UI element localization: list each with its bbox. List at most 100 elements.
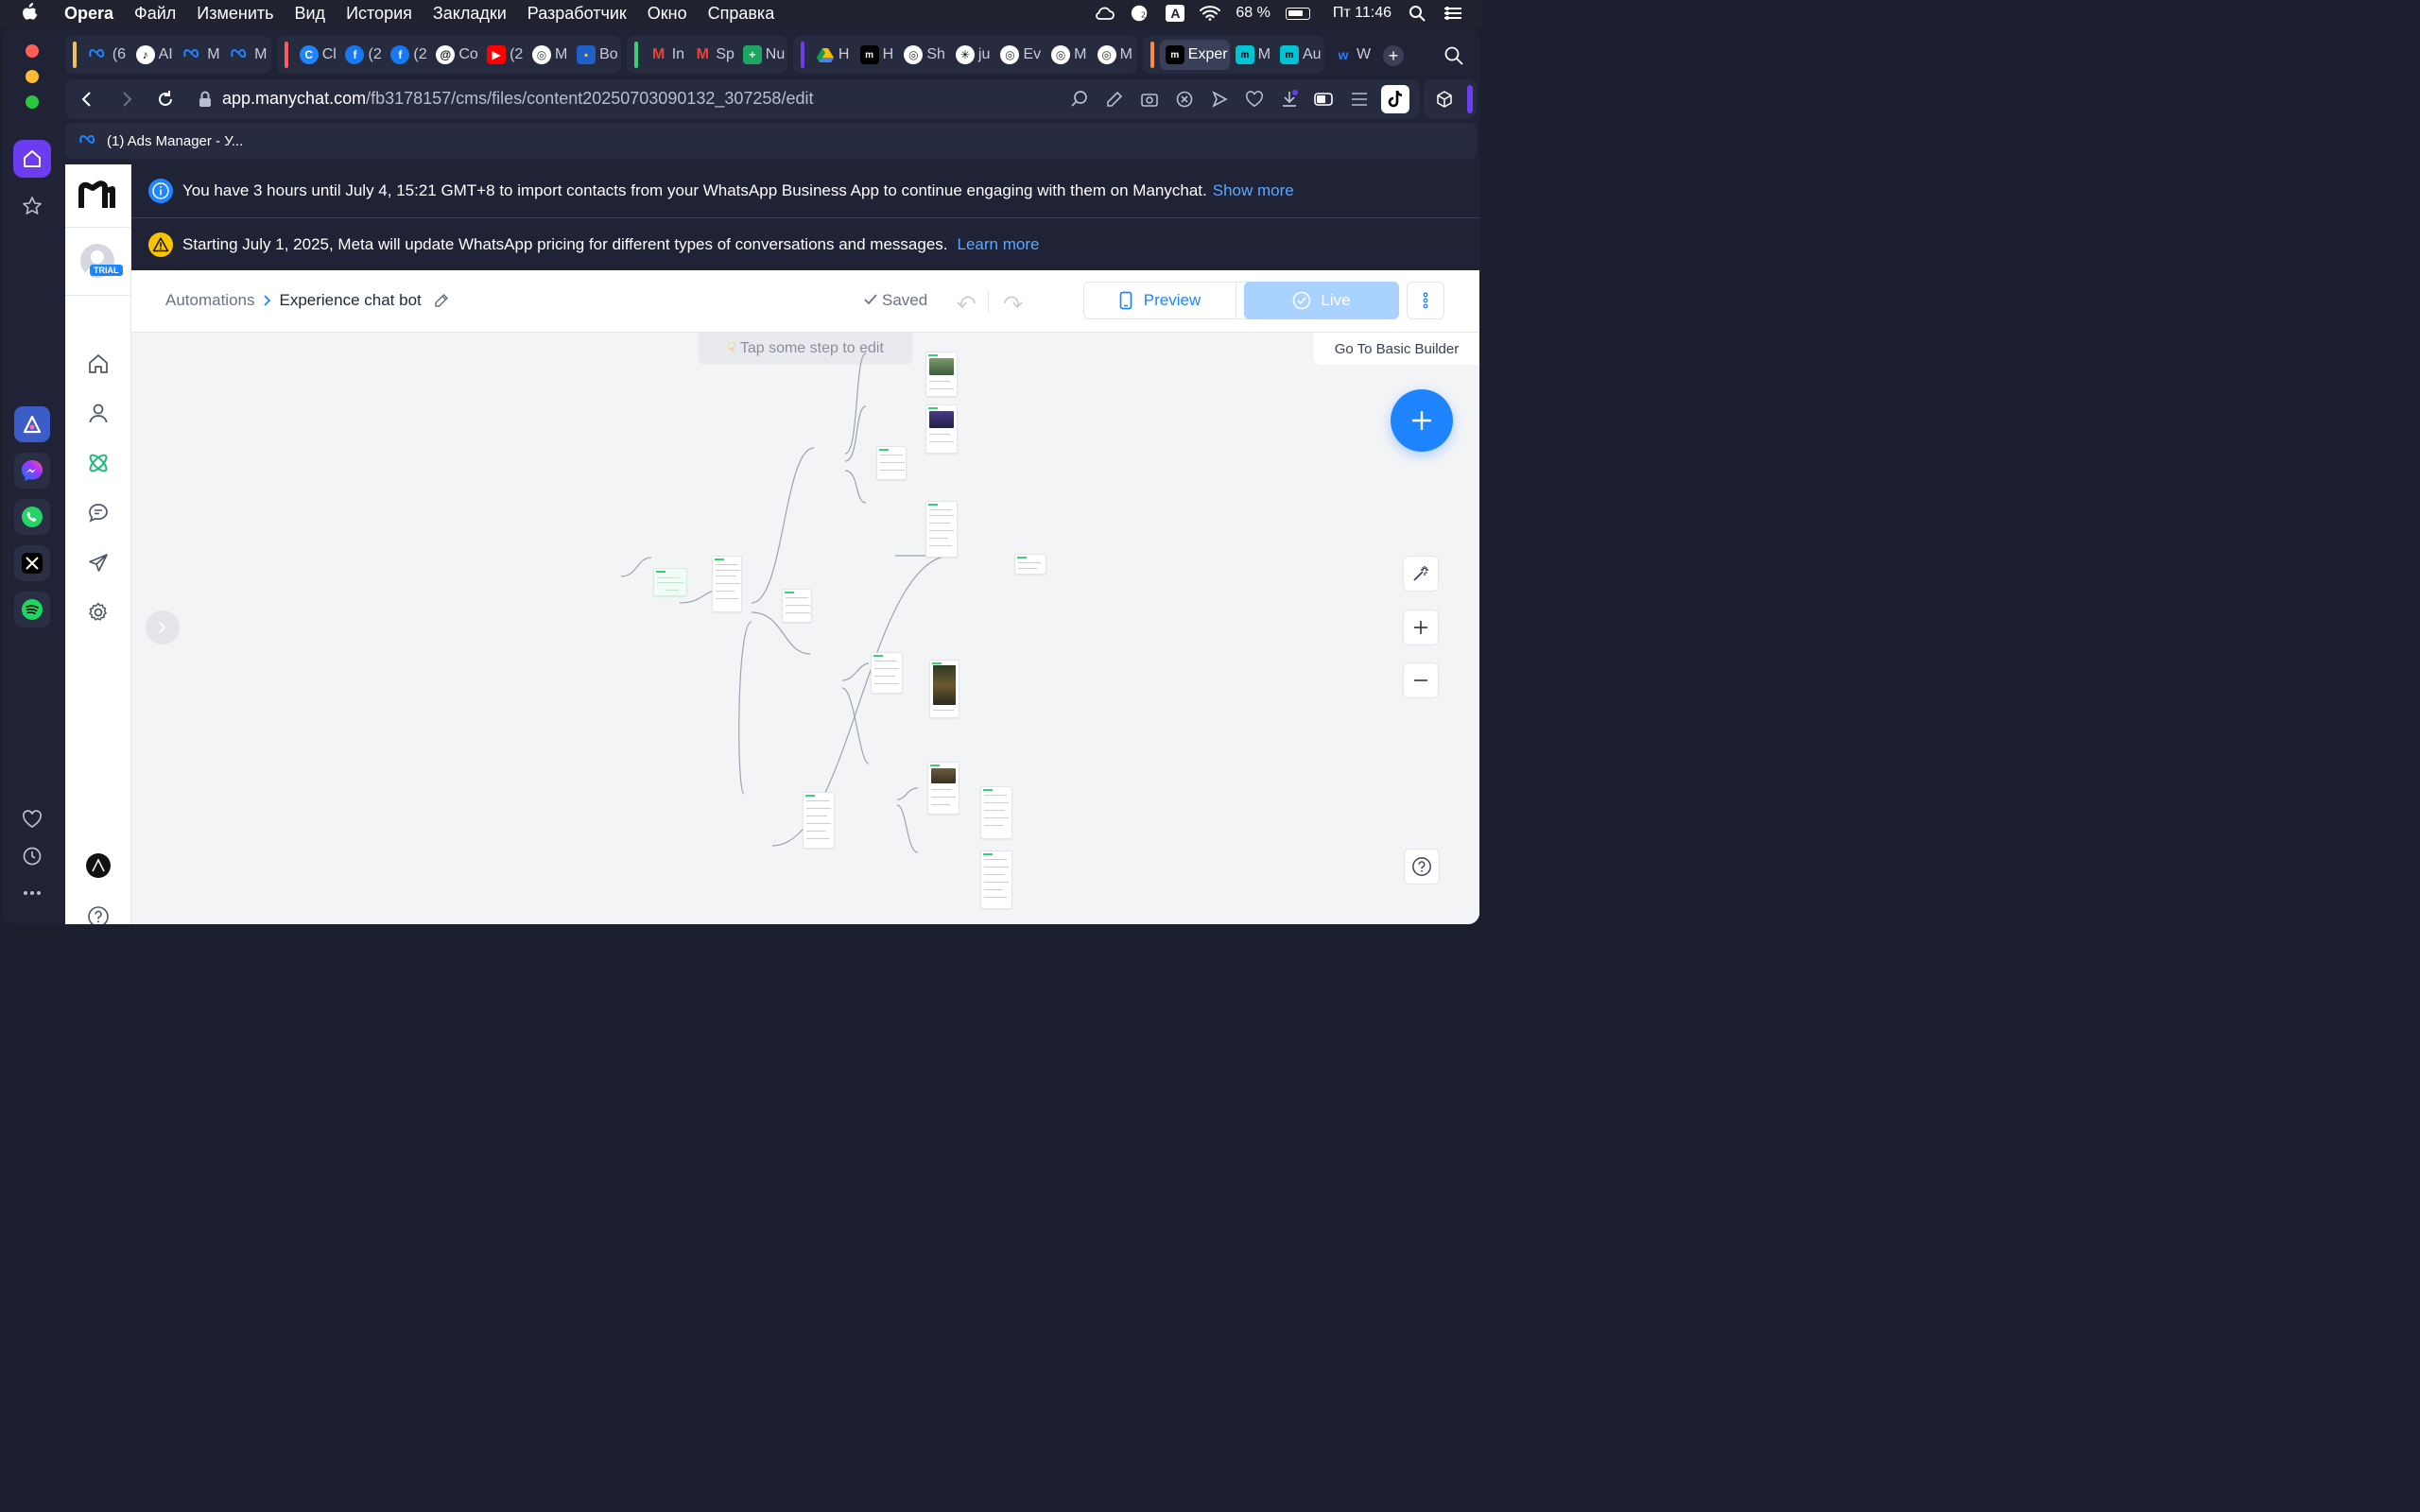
menu-developer[interactable]: Разработчик [527, 4, 627, 24]
nav-account[interactable] [85, 852, 112, 879]
wifi-icon[interactable] [1200, 5, 1221, 22]
control-center-icon[interactable] [1443, 5, 1463, 22]
manychat-logo[interactable] [78, 180, 116, 214]
learn-more-link[interactable]: Learn more [958, 235, 1040, 254]
tab-drive[interactable]: H [810, 40, 855, 70]
tab-globe-2[interactable]: ◎ Sh [898, 40, 950, 70]
lock-icon[interactable] [194, 88, 216, 111]
extensions-button[interactable] [1435, 90, 1454, 113]
sidebar-messenger-button[interactable] [14, 453, 50, 489]
tab-manychat-2[interactable]: mM [1230, 40, 1274, 70]
menu-file[interactable]: Файл [134, 4, 176, 24]
notification-cloud-icon[interactable]: 2 [1130, 5, 1150, 22]
rename-flow-button[interactable] [433, 292, 450, 309]
menu-window[interactable]: Окно [648, 4, 687, 24]
more-options-button[interactable] [1407, 282, 1444, 319]
help-button[interactable] [1404, 849, 1440, 885]
set-live-button[interactable]: Live [1244, 282, 1399, 319]
tab-gmail-1[interactable]: M In [644, 40, 688, 70]
tab-globe[interactable]: ◎ M [527, 40, 571, 70]
breadcrumb-automations[interactable]: Automations [165, 291, 255, 310]
tab-booking[interactable]: ▪ Bo [571, 40, 621, 70]
tab-meta[interactable]: (6 [82, 40, 130, 70]
breadcrumb-flow-name[interactable]: Experience chat bot [280, 291, 422, 310]
show-more-link[interactable]: Show more [1213, 181, 1294, 200]
player-button[interactable] [1209, 89, 1230, 110]
url-field[interactable]: app.manychat.com/fb3178157/cms/files/con… [222, 89, 813, 109]
flow-step-node[interactable] [980, 786, 1012, 839]
tab-tiktok[interactable]: ♪ AI [130, 40, 178, 70]
tab-search-button[interactable] [1443, 45, 1464, 71]
sidebar-home-button[interactable] [13, 140, 51, 178]
add-step-button[interactable] [1391, 389, 1453, 452]
expand-panel-button[interactable] [146, 610, 180, 644]
preview-button[interactable]: Preview [1083, 282, 1236, 319]
nav-settings[interactable] [85, 599, 112, 626]
undo-button[interactable] [954, 289, 978, 314]
flow-image-node[interactable] [929, 660, 959, 718]
window-close-button[interactable] [26, 44, 39, 58]
tab-canva[interactable]: C Cl [294, 40, 340, 70]
nav-chats[interactable] [85, 500, 112, 526]
favorite-button[interactable] [1244, 89, 1265, 110]
tab-globe-3[interactable]: ◎ Ev [994, 40, 1046, 70]
apple-icon[interactable] [23, 2, 43, 25]
tab-threads[interactable]: @ Co [430, 40, 481, 70]
adblock-button[interactable] [1174, 89, 1195, 110]
window-zoom-button[interactable] [26, 95, 39, 109]
tab-globe-4[interactable]: ◎ M [1046, 40, 1091, 70]
tab-facebook-1[interactable]: f (2 [339, 40, 385, 70]
reload-button[interactable] [154, 88, 177, 111]
tab-meta-2[interactable]: M [177, 40, 224, 70]
redo-button[interactable] [1001, 289, 1026, 314]
tab-globe-5[interactable]: ◎ M [1092, 40, 1137, 70]
flow-step-node[interactable] [925, 501, 958, 558]
nav-home[interactable] [85, 351, 112, 377]
sidebar-aria-button[interactable] [14, 406, 50, 442]
downloads-button[interactable] [1279, 89, 1300, 110]
nav-automation[interactable] [85, 450, 112, 476]
menu-help[interactable]: Справка [708, 4, 775, 24]
menu-history[interactable]: История [346, 4, 412, 24]
edit-button[interactable] [1104, 89, 1125, 110]
nav-help[interactable] [85, 903, 112, 924]
flow-image-node[interactable] [925, 352, 958, 397]
zoom-out-button[interactable] [1403, 662, 1439, 698]
back-button[interactable] [75, 88, 97, 111]
tab-manychat-1[interactable]: mH [855, 40, 899, 70]
magic-layout-button[interactable] [1403, 556, 1439, 592]
creative-cloud-icon[interactable] [1094, 5, 1115, 22]
forward-button[interactable] [116, 88, 139, 111]
flow-step-node[interactable] [1014, 554, 1046, 575]
sidebar-more-button[interactable] [13, 874, 51, 912]
zoom-in-button[interactable] [1403, 610, 1439, 645]
bookmark-ads-manager[interactable]: (1) Ads Manager - У... [78, 132, 243, 149]
menu-bookmarks[interactable]: Закладки [433, 4, 507, 24]
sidebar-pinboards-button[interactable] [13, 187, 51, 225]
sidebar-spotify-button[interactable] [14, 592, 50, 627]
tab-gmail-2[interactable]: M Sp [687, 40, 736, 70]
flow-trigger-node[interactable] [653, 568, 687, 596]
tab-sheets[interactable]: + Nu [737, 40, 787, 70]
tiktok-extension-button[interactable] [1381, 85, 1409, 113]
flow-step-node[interactable] [876, 446, 907, 480]
sidebar-history-button[interactable] [13, 837, 51, 875]
flow-step-node[interactable] [782, 589, 812, 623]
tab-facebook-2[interactable]: f (2 [385, 40, 430, 70]
sidebar-whatsapp-button[interactable] [14, 499, 50, 535]
sidebar-favorites-button[interactable] [13, 800, 51, 838]
flow-canvas[interactable]: ☟ Tap some step to edit Go To Basic Buil… [131, 333, 1479, 924]
flow-step-node[interactable] [980, 850, 1012, 909]
menu-view[interactable]: Вид [295, 4, 326, 24]
sidebar-x-button[interactable] [14, 545, 50, 581]
tab-chatgpt[interactable]: ✳ ju [950, 40, 995, 70]
clock[interactable]: Пт 11:46 [1333, 5, 1392, 22]
flow-step-node[interactable] [803, 792, 835, 849]
menu-app-name[interactable]: Opera [64, 4, 113, 24]
new-tab-button[interactable]: + [1383, 45, 1404, 66]
spotlight-search-icon[interactable] [1407, 5, 1427, 22]
flow-step-node[interactable] [712, 556, 742, 612]
flow-image-node[interactable] [927, 762, 959, 815]
easy-setup-button[interactable] [1349, 89, 1370, 110]
tab-meta-3[interactable]: M [224, 40, 271, 70]
